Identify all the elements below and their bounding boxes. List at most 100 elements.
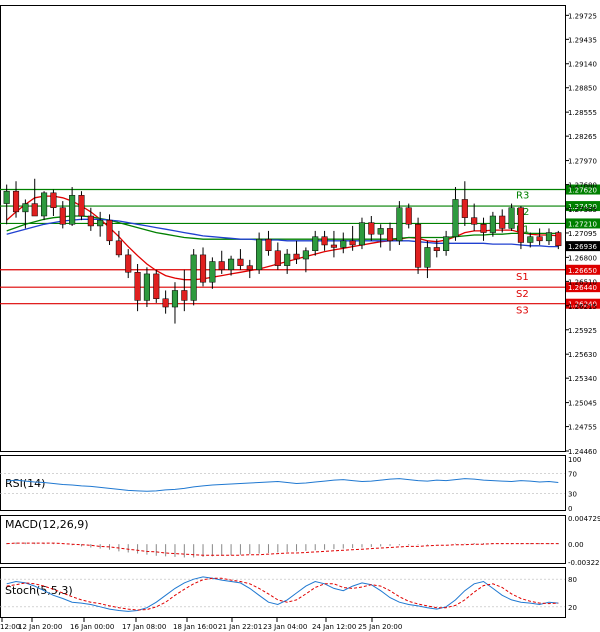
candle-body (452, 199, 459, 237)
level-label-r3: R3 (516, 191, 529, 202)
candle-body (190, 254, 197, 301)
candle-body (199, 254, 207, 283)
price-tick-label: 1.26800 (568, 254, 597, 262)
candle-body (555, 232, 562, 247)
candle-body (443, 236, 450, 252)
price-tick-label: 1.26510 (568, 278, 597, 286)
candle-body (41, 192, 48, 217)
level-label-s2: S2 (516, 289, 529, 300)
candle-body (312, 236, 319, 252)
time-tick-label: 16 Jan 00:00 (70, 623, 114, 631)
candle-body (302, 250, 309, 260)
price-tick-label: 1.29435 (568, 36, 597, 44)
candle-body (246, 265, 253, 271)
candle-body (480, 224, 487, 233)
candle-body (50, 192, 57, 208)
price-tick-label: 1.24460 (568, 448, 597, 456)
level-label-s1: S1 (516, 272, 529, 283)
candle-body (508, 207, 515, 229)
level-label-s3: S3 (516, 306, 529, 317)
time-tick-label: 23 Jan 04:00 (263, 623, 307, 631)
rsi-tick-label: 0 (568, 505, 572, 513)
candle-body (87, 215, 94, 227)
price-tick-label: 1.26215 (568, 303, 597, 311)
candle-body (134, 272, 141, 301)
price-tick-label: 1.27095 (568, 230, 597, 238)
price-tick-label: 1.28265 (568, 133, 597, 141)
candle-body (3, 190, 10, 204)
candle-body (405, 207, 412, 225)
price-tick-label: 1.25340 (568, 375, 597, 383)
candle-body (471, 217, 478, 225)
candle-body (340, 240, 347, 248)
price-tick-label: 1.27680 (568, 182, 597, 190)
candle-body (31, 203, 38, 217)
candle-body (424, 247, 431, 268)
candle-body (499, 215, 506, 229)
candle-body (153, 273, 160, 299)
candle-body (256, 238, 263, 271)
candle-body (115, 240, 122, 256)
stoch-tick-label: 20 (568, 604, 577, 612)
macd-title: MACD(12,26,9) (5, 518, 89, 531)
candle-body (396, 207, 403, 242)
rsi-tick-label: 30 (568, 490, 577, 498)
rsi-tick-label: 70 (568, 471, 577, 479)
candle-body (143, 273, 150, 301)
time-tick-label: 17 Jan 08:00 (122, 623, 166, 631)
candle-body (228, 258, 235, 271)
candle-body (517, 207, 524, 243)
candle-body (330, 244, 337, 248)
candle-body (125, 254, 132, 273)
candle-body (78, 195, 85, 217)
candle-body (106, 219, 113, 242)
candle-body (489, 215, 496, 233)
price-axis: 1.29725 1.29435 1.29140 1.28850 1.28555 1.282… (565, 12, 597, 456)
candle-body (461, 199, 468, 218)
level-price-label: 1.26650 (568, 267, 597, 275)
time-tick-label: 21 Jan 22:01 (218, 623, 262, 631)
candle-body (358, 222, 366, 246)
candle-body (415, 224, 422, 268)
candle-body (22, 203, 29, 213)
price-tick-label: 1.25630 (568, 351, 597, 359)
stoch-tick-label: 80 (568, 576, 577, 584)
candle-body (293, 253, 300, 260)
time-tick-label: 25 Jan 20:00 (358, 623, 402, 631)
candle-body (274, 250, 281, 266)
price-tick-label: 1.28850 (568, 85, 597, 93)
rsi-tick-label: 100 (568, 456, 581, 464)
candle-body (433, 247, 440, 252)
stoch-title: Stoch(5,5,3) (5, 584, 73, 597)
time-tick-label: 24 Jan 12:00 (312, 623, 356, 631)
candle-body (527, 236, 534, 243)
candle-body (171, 290, 179, 308)
current-price-label: 1.26936 (568, 243, 597, 251)
price-tick-label: 1.24755 (568, 424, 597, 432)
candle-body (12, 190, 20, 213)
candle-body (349, 240, 356, 246)
price-tick-label: 1.28555 (568, 109, 597, 117)
rsi-panel (0, 455, 566, 511)
time-axis: 12:0012 Jan 20:00 16 Jan 00:00 17 Jan 08:0… (0, 618, 402, 631)
forex-chart: R31.27620R21.27420R11.27210S11.26650S21.… (0, 5, 600, 631)
candle-body (377, 228, 384, 235)
price-tick-label: 1.29725 (568, 12, 597, 20)
candle-body (97, 219, 104, 227)
candle-body (545, 232, 553, 242)
candle-body (386, 228, 394, 242)
price-tick-label: 1.29140 (568, 61, 597, 69)
candle-body (284, 253, 291, 266)
level-price-label: 1.27210 (568, 220, 597, 228)
candle-body (218, 261, 225, 271)
price-tick-label: 1.25045 (568, 400, 597, 408)
price-tick-label: 1.27385 (568, 206, 597, 214)
price-tick-label: 1.27970 (568, 158, 597, 166)
candle-body (536, 236, 543, 242)
candle-body (237, 258, 244, 266)
macd-tick-label: 0.00 (568, 541, 584, 549)
candle-body (69, 195, 76, 225)
candle-body (59, 207, 66, 225)
price-tick-label: 1.25925 (568, 327, 597, 335)
macd-tick-label: -0.003222 (568, 559, 600, 567)
